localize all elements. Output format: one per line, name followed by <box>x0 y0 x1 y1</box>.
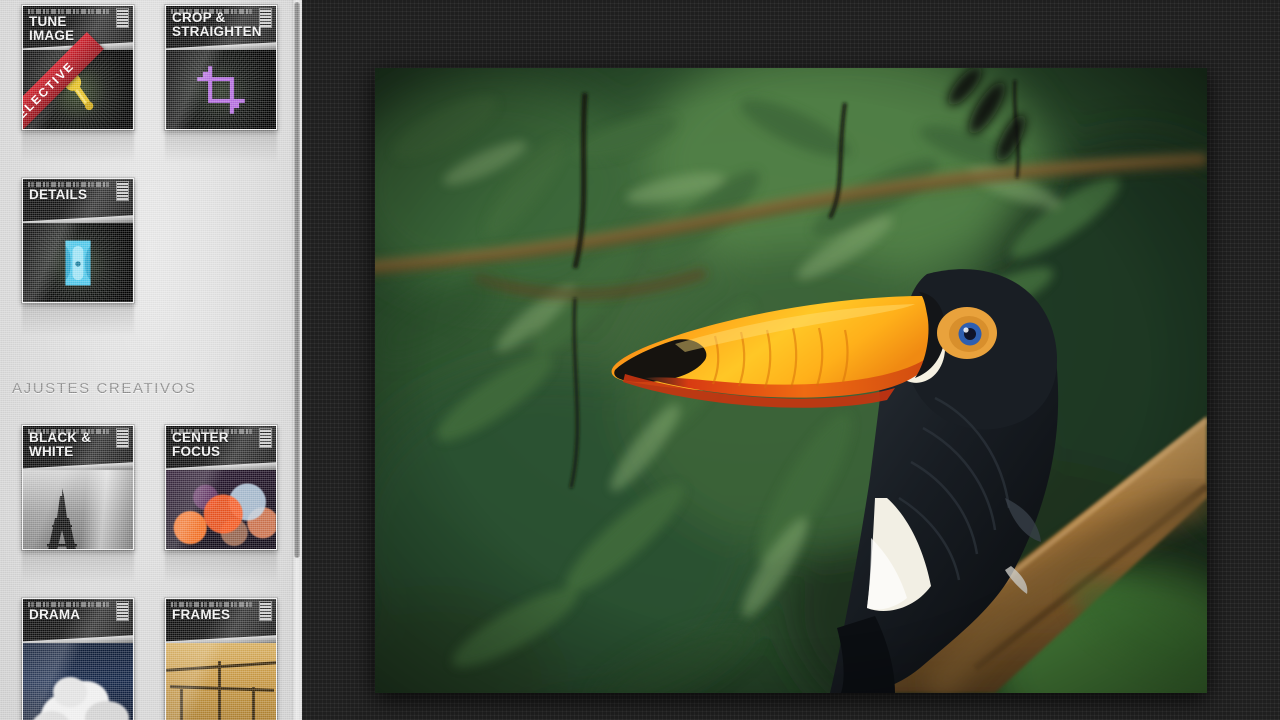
card-header: BLACK & WHITE <box>23 426 133 470</box>
sidebar-item-label: TUNE IMAGE <box>29 14 75 43</box>
sidebar-item-crop-straighten[interactable]: CROP & STRAIGHTEN <box>165 5 277 130</box>
card-reflection <box>165 131 277 173</box>
sidebar-item-center-focus[interactable]: CENTER FOCUS <box>165 425 277 550</box>
sidebar-item-label: CENTER FOCUS <box>172 430 229 459</box>
card-thumbnail <box>166 470 276 549</box>
card-thumbnail <box>166 50 276 129</box>
barcode-icon <box>116 428 129 448</box>
card-header: CROP & STRAIGHTEN <box>166 6 276 50</box>
card-thumbnail <box>23 223 133 302</box>
sidebar-item-label: DRAMA <box>29 607 81 622</box>
sidebar-scrollbar-thumb[interactable] <box>294 2 300 558</box>
sidebar-item-tune-image[interactable]: TUNE IMAGE SELECTIVE <box>22 5 134 130</box>
barcode-icon <box>259 601 272 621</box>
sidebar-item-label: DETAILS <box>29 187 88 202</box>
sidebar-item-drama[interactable]: DRAMA <box>22 598 134 720</box>
card-reflection <box>22 551 134 593</box>
photo-content <box>375 68 1207 693</box>
barcode-icon <box>116 181 129 201</box>
barcode-icon <box>259 428 272 448</box>
sidebar-item-label: BLACK & WHITE <box>29 430 92 459</box>
card-header: CENTER FOCUS <box>166 426 276 470</box>
filters-sidebar: TUNE IMAGE SELECTIVE CROP & STRAIGHTEN D… <box>0 0 302 720</box>
card-header: DETAILS <box>23 179 133 223</box>
card-thumbnail <box>23 643 133 720</box>
image-canvas[interactable] <box>302 0 1280 720</box>
barcode-icon <box>116 601 129 621</box>
sidebar-scroll-area[interactable]: TUNE IMAGE SELECTIVE CROP & STRAIGHTEN D… <box>0 0 302 720</box>
card-thumbnail <box>23 470 133 549</box>
card-header: FRAMES <box>166 599 276 643</box>
card-reflection <box>22 304 134 346</box>
section-heading-creative: AJUSTES CREATIVOS <box>12 380 197 397</box>
card-thumbnail <box>166 643 276 720</box>
snapseed-window: TUNE IMAGE SELECTIVE CROP & STRAIGHTEN D… <box>0 0 1280 720</box>
sidebar-item-frames[interactable]: FRAMES <box>165 598 277 720</box>
sidebar-item-label: FRAMES <box>172 607 231 622</box>
card-header: DRAMA <box>23 599 133 643</box>
sidebar-item-details[interactable]: DETAILS <box>22 178 134 303</box>
toucan-photograph[interactable] <box>375 68 1207 693</box>
sidebar-item-black-and-white[interactable]: BLACK & WHITE <box>22 425 134 550</box>
sidebar-item-label: CROP & STRAIGHTEN <box>172 10 262 39</box>
barcode-icon <box>116 8 129 28</box>
card-reflection <box>165 551 277 593</box>
card-reflection <box>22 131 134 173</box>
